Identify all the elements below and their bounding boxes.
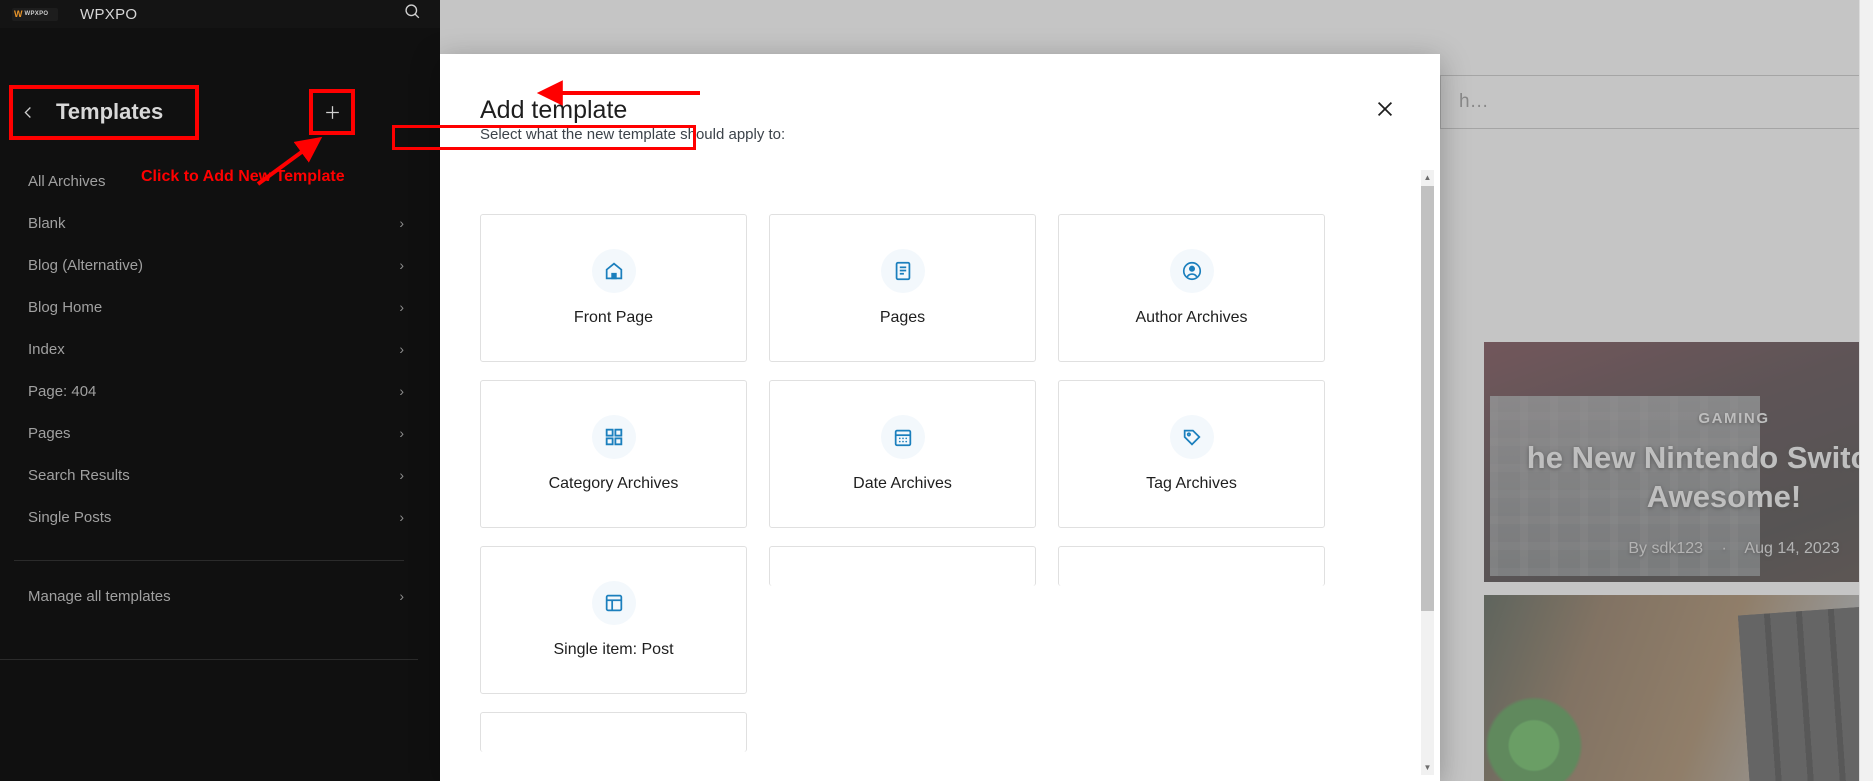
annotation-arrows: [0, 0, 1873, 781]
screen: h… Search GAMING he New Nintendo Switch …: [0, 0, 1873, 781]
